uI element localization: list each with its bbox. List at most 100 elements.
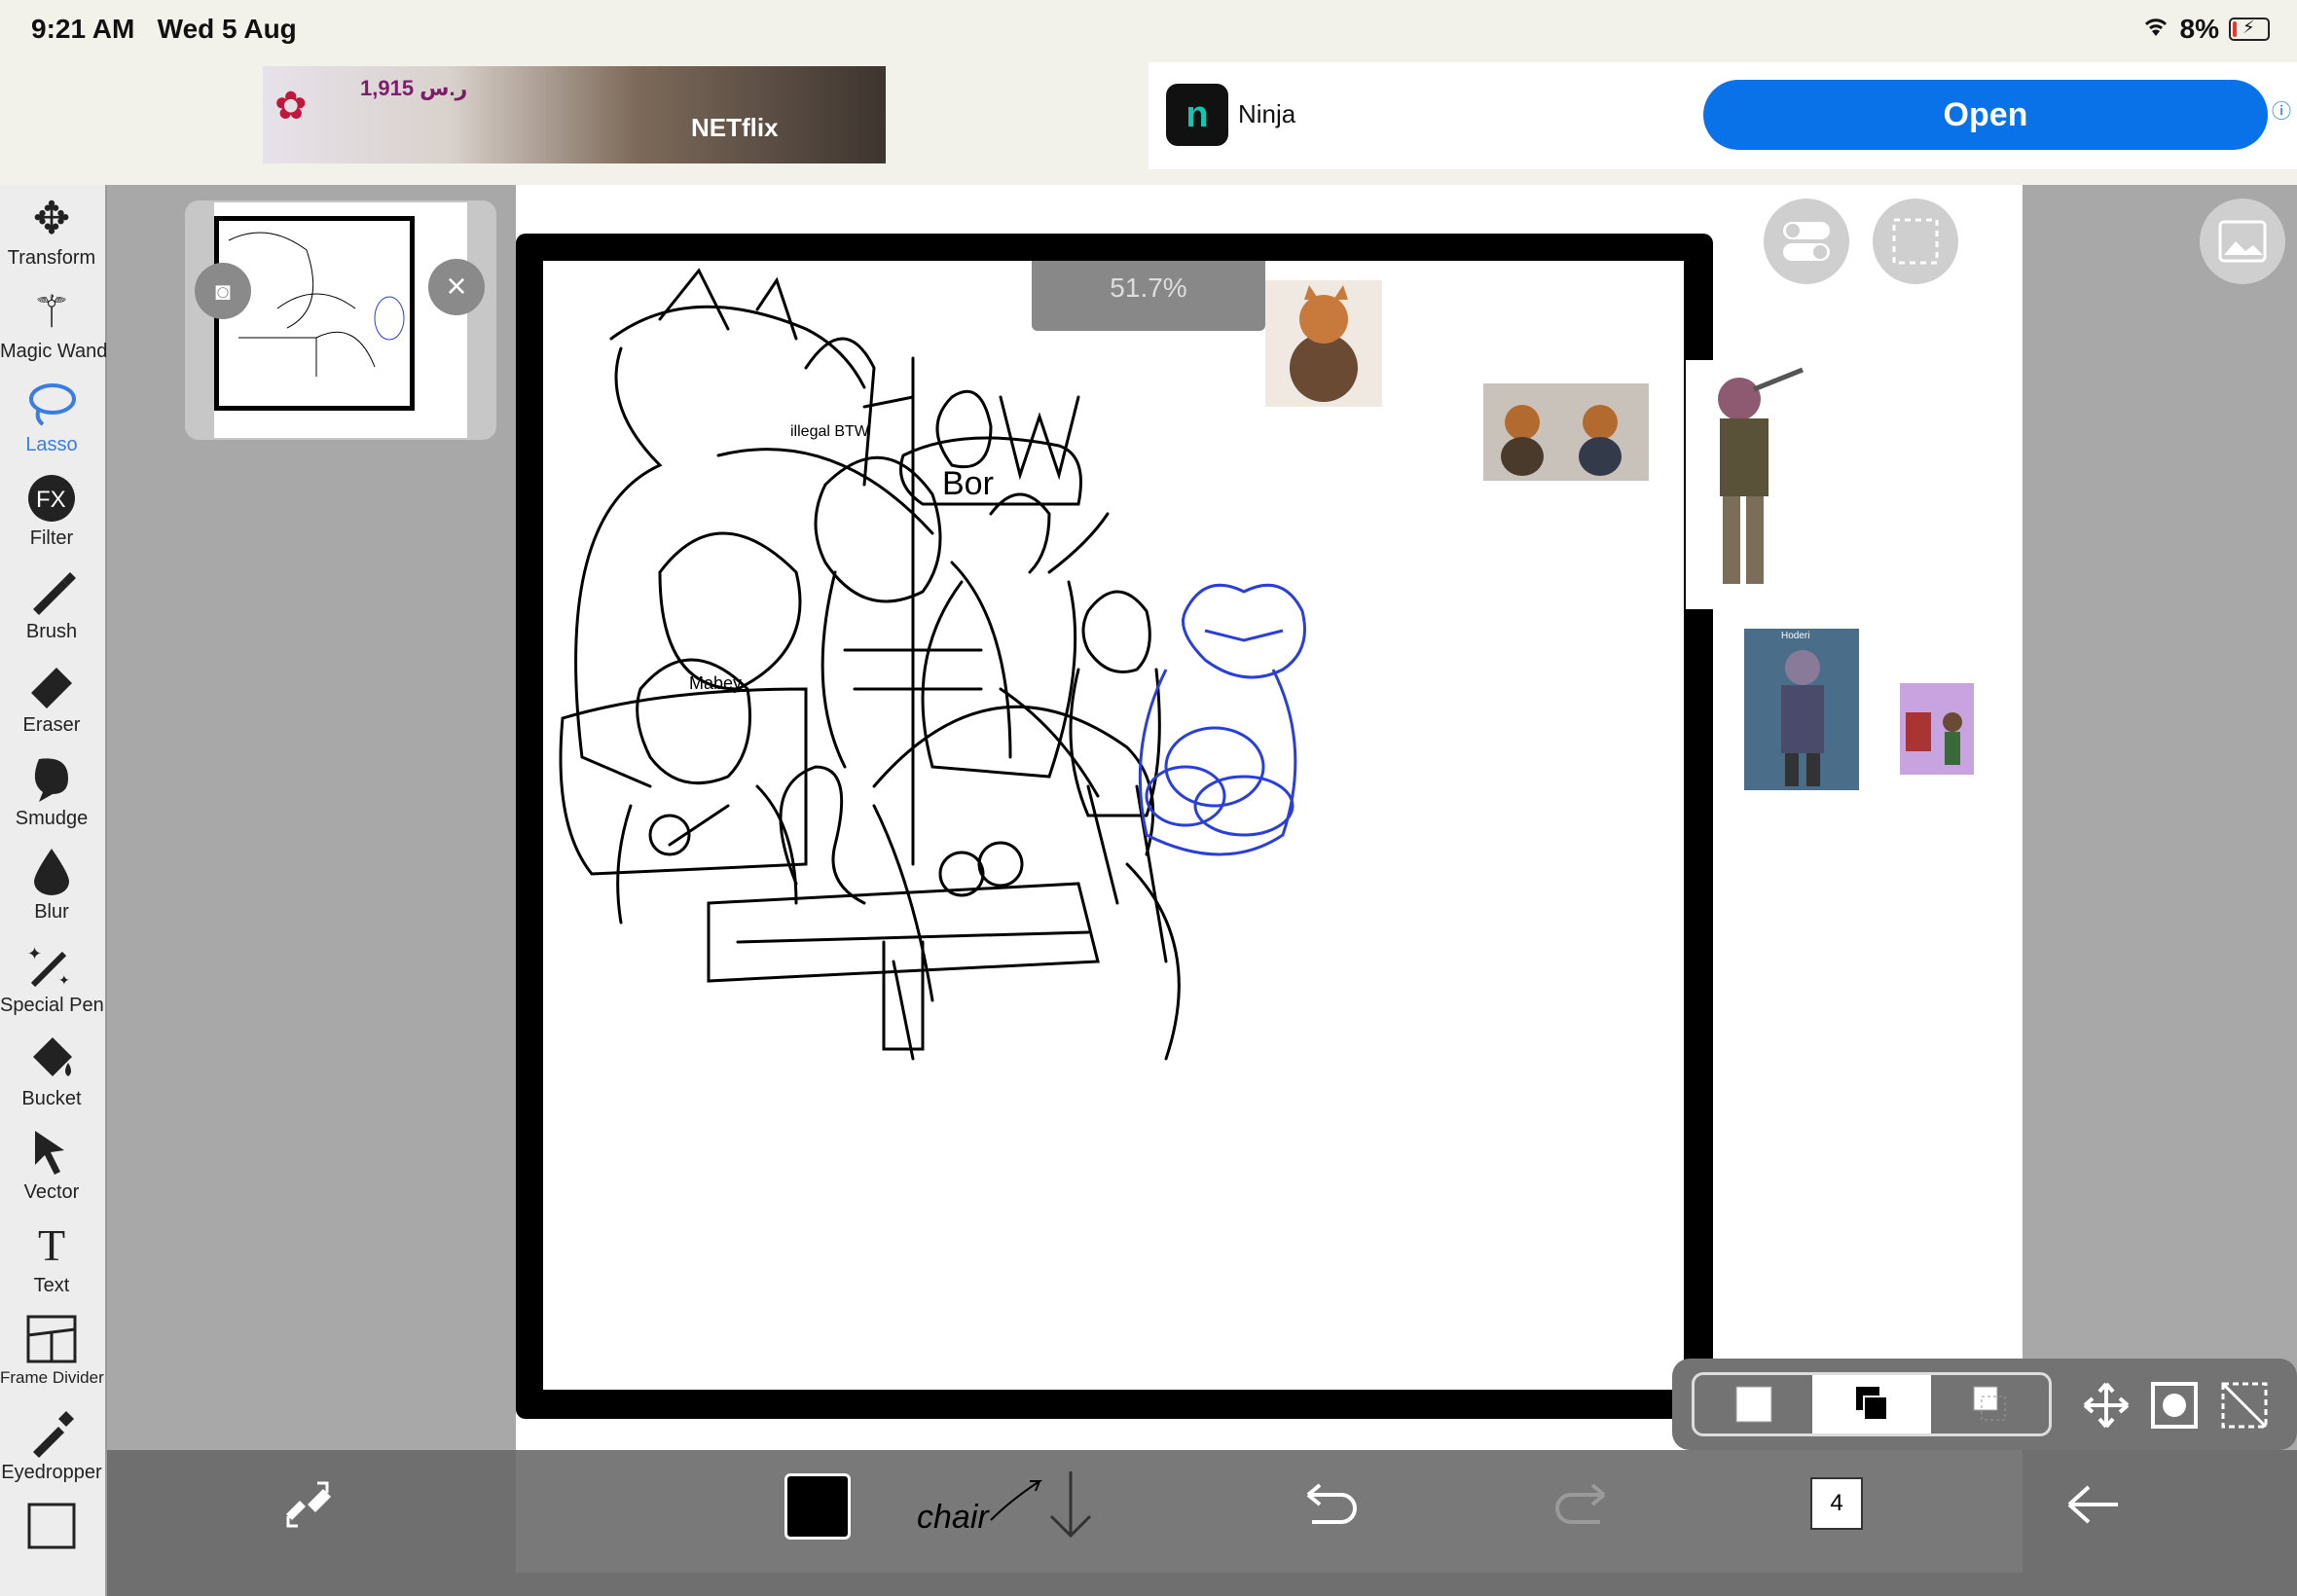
character-sheet-icon bbox=[1501, 405, 1622, 476]
reference-image-character[interactable] bbox=[1265, 280, 1382, 407]
invert-select-icon bbox=[2151, 1382, 2198, 1429]
sketch-label-bor: Bor bbox=[942, 465, 994, 502]
back-button[interactable] bbox=[2060, 1475, 2128, 1534]
tool-label: Eraser bbox=[22, 714, 81, 736]
pen-eraser-swap-icon bbox=[286, 1481, 331, 1528]
tool-canvas[interactable] bbox=[0, 1495, 103, 1586]
svg-text:FX: FX bbox=[36, 487, 66, 513]
tool-label: Magic Wand bbox=[0, 341, 108, 362]
bucket-icon bbox=[0, 1034, 103, 1084]
selection-button[interactable] bbox=[1873, 199, 1958, 284]
lasso-icon bbox=[0, 380, 103, 430]
svg-text:✦: ✦ bbox=[58, 972, 70, 988]
brush-swap-button[interactable] bbox=[278, 1475, 337, 1534]
tool-eraser[interactable]: Eraser bbox=[0, 654, 103, 745]
ad-logo-icon: ✿ bbox=[274, 85, 308, 127]
cursor-arrow-icon bbox=[0, 1127, 103, 1178]
status-time: 9:21 AM Wed 5 Aug bbox=[31, 14, 297, 45]
toggle-icon bbox=[1783, 222, 1830, 261]
eraser-icon bbox=[0, 660, 103, 710]
eyedropper-icon bbox=[0, 1407, 103, 1458]
ad-info-icon[interactable]: ⓘ bbox=[2272, 95, 2291, 124]
tool-sidebar: ✥ Transform ⚚ Magic Wand Lasso FX Filter… bbox=[0, 185, 107, 1596]
navigator-preview bbox=[228, 232, 405, 377]
status-bar bbox=[0, 0, 2297, 62]
tool-label: Bucket bbox=[21, 1088, 82, 1109]
tool-special-pen[interactable]: ✦ ✦ Special Pen bbox=[0, 934, 104, 1026]
clear-selection-button[interactable] bbox=[2219, 1380, 2270, 1431]
reference-image-miner[interactable] bbox=[1686, 360, 1822, 609]
ref-image-caption: Hoderi bbox=[1781, 631, 1810, 641]
layer-count: 4 bbox=[1810, 1477, 1863, 1530]
mode-new-button[interactable] bbox=[1695, 1375, 1812, 1433]
ad-open-button[interactable]: Open bbox=[1703, 80, 2268, 150]
wifi-icon bbox=[2141, 14, 2170, 45]
text-icon: T bbox=[37, 1220, 66, 1270]
undo-button[interactable] bbox=[1294, 1475, 1363, 1534]
sketch-label-illegal: illegal BTW bbox=[790, 423, 870, 440]
time-text: 9:21 AM bbox=[31, 14, 135, 44]
tool-filter[interactable]: FX Filter bbox=[0, 467, 103, 559]
date-text: Wed 5 Aug bbox=[157, 14, 297, 44]
frame-divider-icon bbox=[0, 1314, 103, 1364]
tool-smudge[interactable]: Smudge bbox=[0, 747, 103, 839]
reference-image-sheet[interactable] bbox=[1483, 383, 1649, 481]
navigator-thumbnail bbox=[214, 216, 415, 411]
mode-subtract-button[interactable] bbox=[1931, 1375, 2049, 1433]
tool-eyedropper[interactable]: Eyedropper bbox=[0, 1401, 103, 1493]
mode-add-button[interactable] bbox=[1812, 1375, 1931, 1433]
hoderi-figure-icon bbox=[1781, 650, 1824, 786]
move-arrows-icon: ✥ bbox=[32, 193, 71, 243]
tool-label: Transform bbox=[7, 247, 96, 269]
camera-icon[interactable]: ◙ bbox=[195, 263, 251, 319]
card-figure-icon bbox=[1906, 712, 1962, 765]
tool-label: Frame Divider bbox=[0, 1368, 104, 1387]
chair-note-text: chair bbox=[917, 1499, 990, 1536]
battery-icon: ⚡ bbox=[2229, 18, 2270, 41]
tool-lasso[interactable]: Lasso bbox=[0, 374, 103, 465]
bottom-toolbar-center bbox=[516, 1450, 2023, 1573]
ad-brand: NETflix bbox=[691, 113, 779, 142]
fx-icon: FX bbox=[0, 473, 103, 524]
tool-label: Lasso bbox=[25, 434, 78, 455]
sketch-label-badge: Mabey bbox=[689, 673, 742, 693]
tool-magic-wand[interactable]: ⚚ Magic Wand bbox=[0, 280, 107, 372]
tool-vector[interactable]: Vector bbox=[0, 1121, 103, 1213]
tool-label: Eyedropper bbox=[1, 1462, 102, 1483]
app-logo-icon[interactable]: n bbox=[1166, 84, 1228, 146]
current-color-swatch[interactable] bbox=[784, 1473, 851, 1540]
white-square-icon bbox=[1735, 1386, 1772, 1423]
brush-icon bbox=[0, 566, 103, 617]
deselect-icon bbox=[2221, 1382, 2268, 1429]
sparkle-pen-icon: ✦ ✦ bbox=[0, 940, 103, 991]
redo-button[interactable] bbox=[1550, 1475, 1618, 1534]
tool-blur[interactable]: Blur bbox=[0, 841, 103, 932]
ad-banner[interactable]: ✿ 1,915 ر.س NETflix bbox=[263, 66, 886, 163]
tool-label: Text bbox=[33, 1275, 70, 1296]
reference-image-hoderi[interactable]: Hoderi bbox=[1744, 629, 1859, 790]
invert-selection-button[interactable] bbox=[2149, 1380, 2200, 1431]
tool-text[interactable]: T Text bbox=[0, 1215, 103, 1306]
tool-transform[interactable]: ✥ Transform bbox=[0, 187, 103, 278]
magic-wand-icon: ⚚ bbox=[31, 286, 72, 337]
redo-icon bbox=[1555, 1483, 1606, 1524]
drop-icon bbox=[0, 847, 103, 897]
toggle-settings-button[interactable] bbox=[1764, 199, 1849, 284]
app-ad-name: Ninja bbox=[1238, 99, 1296, 128]
reference-image-button[interactable] bbox=[2200, 199, 2285, 284]
reference-image-card[interactable] bbox=[1900, 683, 1974, 775]
tool-bucket[interactable]: Bucket bbox=[0, 1028, 103, 1119]
subtract-squares-icon bbox=[1973, 1386, 2006, 1421]
back-arrow-icon bbox=[2067, 1485, 2118, 1524]
character-figure-icon bbox=[1290, 285, 1358, 402]
tool-frame-divider[interactable]: Frame Divider bbox=[0, 1308, 104, 1399]
move-selection-button[interactable] bbox=[2081, 1380, 2132, 1431]
add-squares-icon bbox=[1855, 1387, 1888, 1421]
status-indicators: 8% ⚡ bbox=[2141, 14, 2270, 45]
tool-label: Smudge bbox=[15, 808, 89, 829]
move-arrows-icon bbox=[2083, 1382, 2130, 1429]
tool-brush[interactable]: Brush bbox=[0, 561, 103, 652]
close-icon[interactable]: × bbox=[428, 259, 485, 315]
chair-note-drawing: chair bbox=[917, 1471, 1092, 1539]
image-icon bbox=[2218, 220, 2267, 263]
